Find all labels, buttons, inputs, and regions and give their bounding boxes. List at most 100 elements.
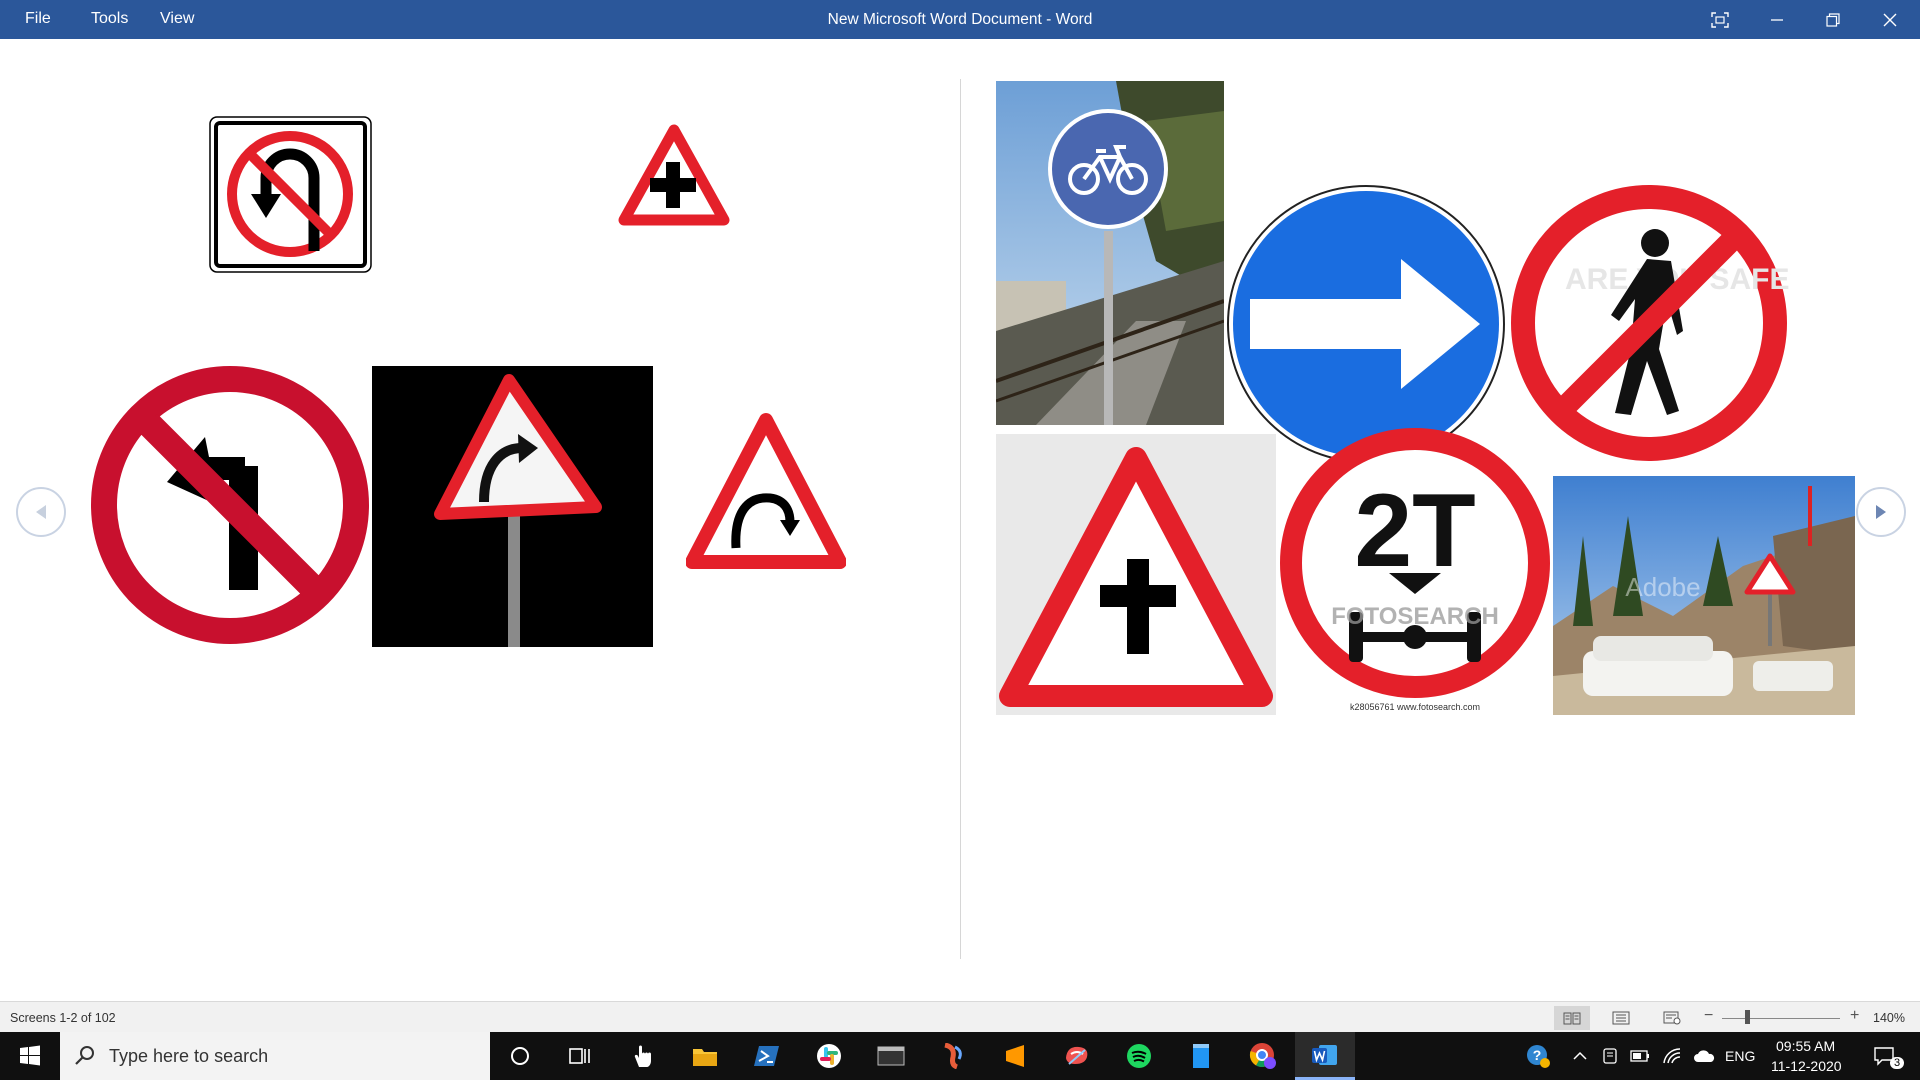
restore-button[interactable]: [1805, 0, 1861, 39]
folder-icon: [693, 1049, 717, 1066]
no-left-turn-sign-image[interactable]: [87, 362, 373, 653]
help-tray-button[interactable]: ?: [1516, 1032, 1560, 1080]
next-page-button[interactable]: [1856, 487, 1906, 537]
arrow-left-icon: [36, 505, 46, 519]
slack-button[interactable]: [799, 1032, 859, 1080]
spotify-icon: [1127, 1044, 1151, 1068]
print-layout-button[interactable]: [1603, 1006, 1639, 1030]
crossroads-warning-large-icon: [999, 447, 1273, 707]
taskbar: Type here to search ? ENG 09:55 AM 11-12…: [0, 1032, 1920, 1080]
spotify-button[interactable]: [1109, 1032, 1169, 1080]
zoom-slider-track[interactable]: [1722, 1018, 1840, 1019]
minimize-icon: [1771, 18, 1783, 21]
zoom-out-button[interactable]: −: [1704, 1007, 1713, 1025]
focus-mode-button[interactable]: [1692, 0, 1748, 39]
adobe-watermark: Adobe: [1625, 572, 1700, 602]
start-button[interactable]: [0, 1032, 60, 1080]
onedrive-button[interactable]: [1686, 1032, 1722, 1080]
print-layout-icon: [1612, 1011, 1630, 1025]
previous-page-button[interactable]: [16, 487, 66, 537]
right-bend-warning-icon: [685, 413, 847, 569]
paint-3d-button[interactable]: [923, 1032, 983, 1080]
menu-file[interactable]: File: [25, 10, 51, 28]
cloud-icon: [1694, 1050, 1715, 1062]
hand-pointer-icon: [634, 1045, 651, 1067]
slack-icon: [817, 1044, 841, 1068]
menu-view[interactable]: View: [160, 10, 194, 28]
arrow-right-icon: [1876, 505, 1886, 519]
zoom-level[interactable]: 140%: [1873, 1011, 1905, 1025]
keep-right-arrow-icon: [1227, 185, 1505, 463]
chevron-up-icon: [1573, 1051, 1587, 1060]
cortana-icon: [511, 1047, 529, 1065]
page-divider: [960, 79, 961, 959]
task-view-button[interactable]: [550, 1032, 610, 1080]
search-icon: [75, 1046, 94, 1065]
svg-text:?: ?: [1533, 1047, 1542, 1063]
blue-document-icon: [1193, 1044, 1209, 1068]
search-placeholder: Type here to search: [109, 1046, 269, 1066]
powershell-button[interactable]: [737, 1032, 797, 1080]
crossroads-warning-icon: [618, 124, 730, 226]
no-u-turn-sign-image[interactable]: [209, 116, 372, 278]
no-pedestrians-icon: ARE YOU SAFE?: [1511, 185, 1808, 461]
zoom-in-button[interactable]: +: [1850, 1007, 1859, 1025]
snip-sketch-button[interactable]: [1047, 1032, 1107, 1080]
chrome-button[interactable]: [1233, 1032, 1293, 1080]
sublime-text-button[interactable]: [985, 1032, 1045, 1080]
cortana-button[interactable]: [490, 1032, 550, 1080]
right-bend-warning-post-icon: [434, 374, 602, 647]
restore-icon: [1826, 12, 1840, 27]
read-mode-icon: [1563, 1012, 1581, 1025]
bicycle-lane-sign-photo[interactable]: [996, 81, 1224, 425]
minimize-button[interactable]: [1749, 0, 1805, 39]
read-mode-button[interactable]: [1554, 1006, 1590, 1030]
language-indicator[interactable]: ENG: [1725, 1048, 1755, 1064]
chrome-icon: [1249, 1043, 1276, 1069]
snip-sketch-icon: [1066, 1046, 1088, 1065]
command-prompt-button[interactable]: [861, 1032, 921, 1080]
web-layout-button[interactable]: [1654, 1006, 1690, 1030]
action-center-button[interactable]: 3: [1856, 1032, 1912, 1080]
clock-date[interactable]: 11-12-2020: [1771, 1058, 1842, 1074]
sublime-text-icon: [1006, 1045, 1024, 1067]
device-icon: [1603, 1048, 1617, 1064]
task-view-icon: [569, 1048, 590, 1064]
touch-app-button[interactable]: [613, 1032, 673, 1080]
no-left-turn-sign-icon: [91, 366, 369, 644]
powershell-icon: [754, 1046, 779, 1066]
web-layout-icon: [1663, 1011, 1681, 1025]
screens-counter: Screens 1-2 of 102: [10, 1011, 116, 1025]
crossroads-warning-large-image[interactable]: [996, 434, 1276, 715]
notification-count: 3: [1890, 1057, 1905, 1069]
word-button[interactable]: [1295, 1032, 1355, 1080]
clock-time[interactable]: 09:55 AM: [1776, 1038, 1835, 1054]
falling-rocks-photo[interactable]: Adobe: [1553, 476, 1855, 715]
status-bar: Screens 1-2 of 102 − + 140%: [0, 1001, 1920, 1033]
fotosearch-watermark: FOTOSEARCH: [1331, 603, 1499, 630]
right-bend-warning-sign-image[interactable]: [685, 412, 847, 577]
bicycle-lane-photo-icon: [996, 81, 1224, 425]
close-button[interactable]: [1862, 0, 1918, 39]
battery-button[interactable]: [1622, 1032, 1658, 1080]
axle-load-2t-sign-image[interactable]: 2T FOTOSEARCH k28056761 www.fotosearch.c…: [1279, 426, 1551, 716]
menu-tools[interactable]: Tools: [91, 10, 128, 28]
close-icon: [1883, 13, 1897, 26]
axle-load-text: 2T: [1354, 473, 1475, 589]
right-bend-warning-post-image[interactable]: [372, 366, 653, 647]
taskbar-search-box[interactable]: Type here to search: [60, 1032, 490, 1080]
crossroads-warning-sign-image[interactable]: [618, 124, 730, 233]
focus-mode-icon: [1711, 11, 1729, 28]
windows-logo-icon: [20, 1045, 40, 1066]
wifi-button[interactable]: [1654, 1032, 1690, 1080]
no-u-turn-sign-icon: [209, 116, 372, 273]
zoom-slider-thumb[interactable]: [1745, 1010, 1750, 1024]
battery-icon: [1630, 1050, 1649, 1062]
file-explorer-button[interactable]: [675, 1032, 735, 1080]
fotosearch-caption: k28056761 www.fotosearch.com: [1350, 702, 1480, 712]
document-title: New Microsoft Word Document - Word: [827, 11, 1093, 28]
notepad-app-button[interactable]: [1171, 1032, 1231, 1080]
wifi-icon: [1663, 1048, 1681, 1064]
title-bar: File Tools View New Microsoft Word Docum…: [0, 0, 1920, 39]
word-icon: [1312, 1044, 1337, 1065]
